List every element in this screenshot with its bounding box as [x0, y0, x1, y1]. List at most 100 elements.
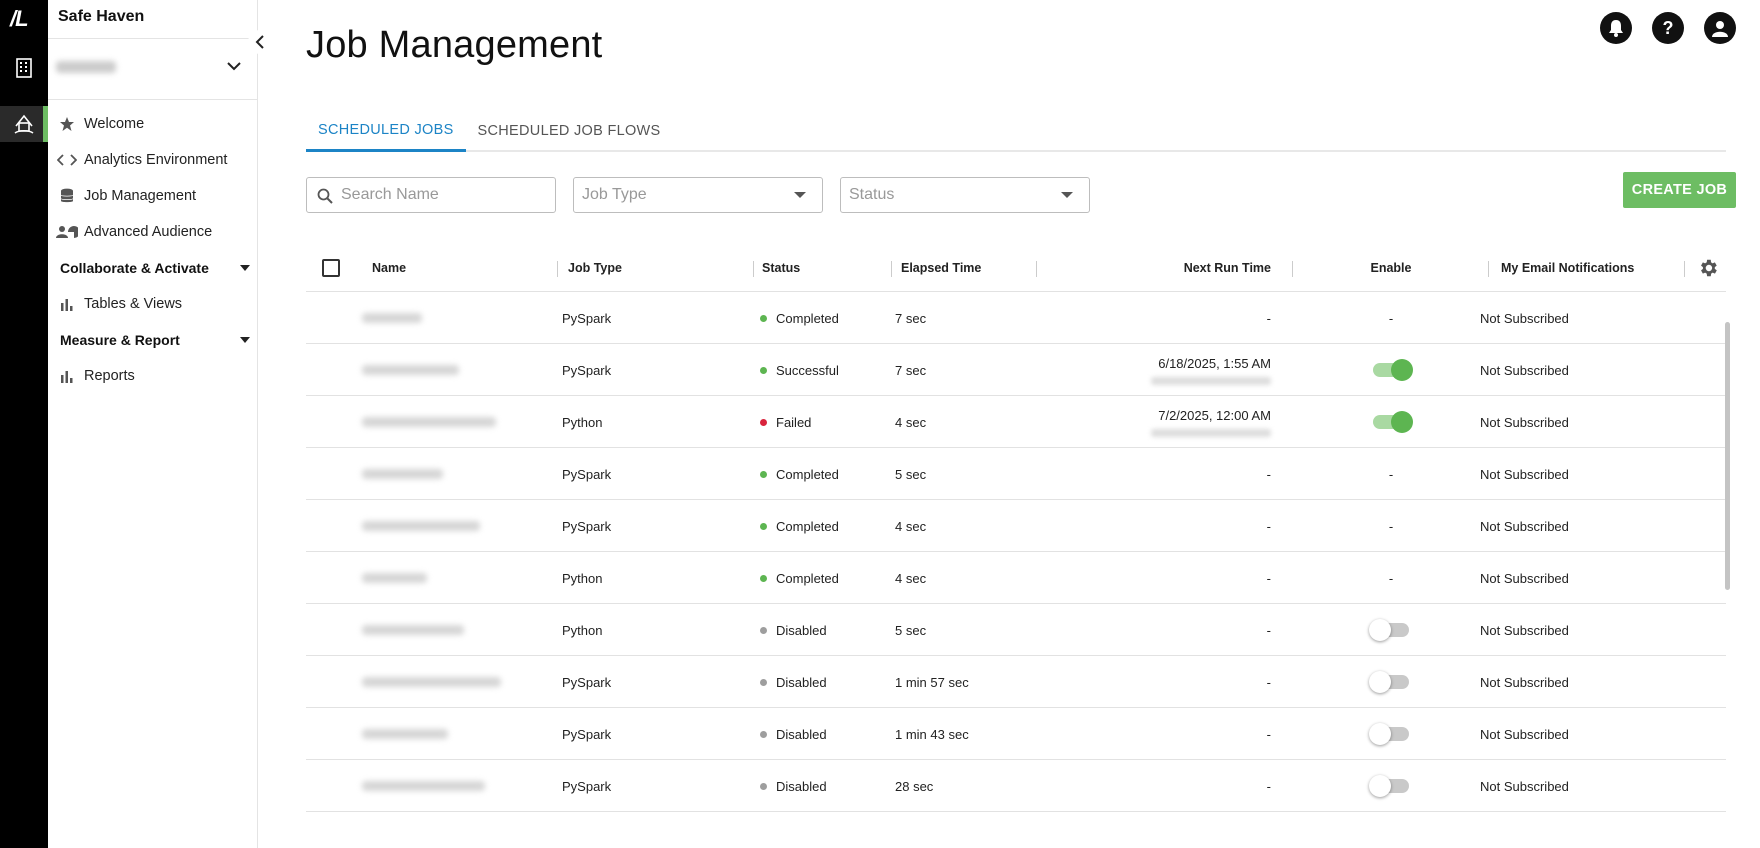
status-dot	[760, 366, 767, 374]
select-all-checkbox[interactable]	[322, 259, 340, 277]
enable-cell: -	[1293, 500, 1489, 552]
job-type-cell: PySpark	[562, 726, 612, 742]
section-label: Collaborate & Activate	[60, 260, 209, 276]
rail-item-building[interactable]	[0, 50, 48, 86]
nav-item-analytics-environment[interactable]: Analytics Environment	[48, 145, 258, 175]
safe-haven-icon	[14, 114, 34, 134]
account-button[interactable]	[1704, 12, 1736, 44]
nav-item-label: Analytics Environment	[84, 152, 228, 168]
enable-cell: -	[1293, 292, 1489, 344]
section-collaborate-activate[interactable]: Collaborate & Activate	[60, 256, 250, 280]
enable-toggle[interactable]	[1369, 619, 1409, 641]
table-row[interactable]: PySpark Successful 7 sec 6/18/2025, 1:55 AM…	[306, 344, 1726, 396]
enable-toggle[interactable]	[1369, 723, 1409, 745]
nav-item-reports[interactable]: Reports	[48, 361, 258, 391]
email-notifications-cell: Not Subscribed	[1480, 310, 1569, 326]
name-cell[interactable]	[362, 760, 542, 812]
nav-item-label: Tables & Views	[84, 296, 183, 312]
job-name-redacted	[362, 313, 422, 323]
nav-item-job-management[interactable]: Job Management	[48, 181, 258, 211]
collapse-sidebar-button[interactable]	[248, 30, 272, 54]
column-header-job-type[interactable]: Job Type	[568, 244, 754, 292]
nav-item-advanced-audience[interactable]: Advanced Audience	[48, 217, 258, 247]
table-row[interactable]: PySpark Completed 4 sec - - Not Subscribed	[306, 500, 1726, 552]
brand-logo[interactable]: /L	[10, 6, 29, 32]
org-name-redacted	[56, 61, 116, 73]
notifications-button[interactable]	[1600, 12, 1632, 44]
table-row[interactable]: Python Failed 4 sec 7/2/2025, 12:00 AM Not S…	[306, 396, 1726, 448]
enable-cell: -	[1293, 448, 1489, 500]
nav-item-label: Job Management	[84, 188, 197, 204]
name-cell[interactable]	[362, 292, 542, 344]
name-cell[interactable]	[362, 500, 542, 552]
audience-icon	[56, 226, 78, 238]
create-job-button[interactable]: CREATE JOB	[1623, 172, 1736, 208]
next-run-time-cell: -	[1037, 552, 1271, 604]
gear-icon	[1701, 259, 1717, 277]
table-row[interactable]: PySpark Disabled 1 min 57 sec - Not Subscrib…	[306, 656, 1726, 708]
enable-toggle[interactable]	[1369, 775, 1409, 797]
search-box[interactable]: Search Name	[306, 177, 556, 213]
next-run-time-cell: -	[1037, 760, 1271, 812]
jobs-table: Name Job Type Status Elapsed Time Next R…	[306, 244, 1726, 812]
enable-toggle[interactable]	[1369, 671, 1409, 693]
enable-toggle[interactable]	[1373, 411, 1413, 433]
enable-cell	[1293, 708, 1489, 760]
status-cell: Completed	[760, 552, 839, 604]
job-name-redacted	[362, 365, 459, 375]
column-settings-button[interactable]	[1697, 244, 1727, 292]
column-header-email-notifications[interactable]: My Email Notifications	[1489, 244, 1685, 292]
nav-item-tables-views[interactable]: Tables & Views	[48, 289, 258, 319]
job-type-select[interactable]: Job Type	[573, 177, 823, 213]
enable-toggle[interactable]	[1373, 359, 1413, 381]
elapsed-time-cell: 5 sec	[895, 466, 927, 482]
elapsed-time-cell: 5 sec	[895, 622, 927, 638]
email-notifications-cell: Not Subscribed	[1480, 518, 1569, 534]
column-header-status[interactable]: Status	[762, 244, 892, 292]
table-row[interactable]: PySpark Completed 7 sec - - Not Subscribed	[306, 292, 1726, 344]
table-scrollbar[interactable]	[1725, 322, 1730, 590]
next-run-time-value: -	[1266, 518, 1271, 534]
column-header-enable[interactable]: Enable	[1293, 244, 1489, 292]
select-all-cell	[322, 244, 362, 292]
job-name-redacted	[362, 781, 485, 791]
section-measure-report[interactable]: Measure & Report	[60, 328, 250, 352]
rail-item-safe-haven[interactable]	[0, 106, 48, 142]
tab-scheduled-job-flows[interactable]: SCHEDULED JOB FLOWS	[466, 110, 673, 152]
name-cell[interactable]	[362, 448, 542, 500]
nav-item-welcome[interactable]: Welcome	[48, 109, 258, 139]
org-selector[interactable]	[48, 38, 258, 100]
tab-scheduled-jobs[interactable]: SCHEDULED JOBS	[306, 110, 466, 152]
next-run-time-cell: -	[1037, 708, 1271, 760]
email-notifications-cell: Not Subscribed	[1480, 466, 1569, 482]
table-row[interactable]: PySpark Disabled 28 sec - Not Subscribed	[306, 760, 1726, 812]
status-cell: Successful	[760, 344, 839, 396]
job-type-cell: PySpark	[562, 674, 612, 690]
status-dot	[760, 314, 767, 322]
job-name-redacted	[362, 573, 427, 583]
next-run-time-cell: -	[1037, 500, 1271, 552]
status-dot	[760, 522, 767, 530]
column-header-name[interactable]: Name	[372, 244, 558, 292]
table-row[interactable]: Python Disabled 5 sec - Not Subscribed	[306, 604, 1726, 656]
table-row[interactable]: Python Completed 4 sec - - Not Subscribed	[306, 552, 1726, 604]
help-button[interactable]: ?	[1652, 12, 1684, 44]
column-header-next-run-time[interactable]: Next Run Time	[1037, 244, 1293, 292]
name-cell[interactable]	[362, 396, 542, 448]
job-type-cell: Python	[562, 414, 603, 430]
table-row[interactable]: PySpark Disabled 1 min 43 sec - Not Subscrib…	[306, 708, 1726, 760]
table-row[interactable]: PySpark Completed 5 sec - - Not Subscribed	[306, 448, 1726, 500]
status-text: Completed	[776, 570, 839, 586]
next-run-time-value: -	[1266, 674, 1271, 690]
help-icon: ?	[1662, 17, 1674, 38]
status-cell: Disabled	[760, 708, 827, 760]
name-cell[interactable]	[362, 708, 542, 760]
status-cell: Failed	[760, 396, 811, 448]
name-cell[interactable]	[362, 656, 542, 708]
column-header-elapsed-time[interactable]: Elapsed Time	[901, 244, 1037, 292]
name-cell[interactable]	[362, 604, 542, 656]
name-cell[interactable]	[362, 552, 542, 604]
elapsed-time-cell: 4 sec	[895, 414, 927, 430]
status-select[interactable]: Status	[840, 177, 1090, 213]
name-cell[interactable]	[362, 344, 542, 396]
